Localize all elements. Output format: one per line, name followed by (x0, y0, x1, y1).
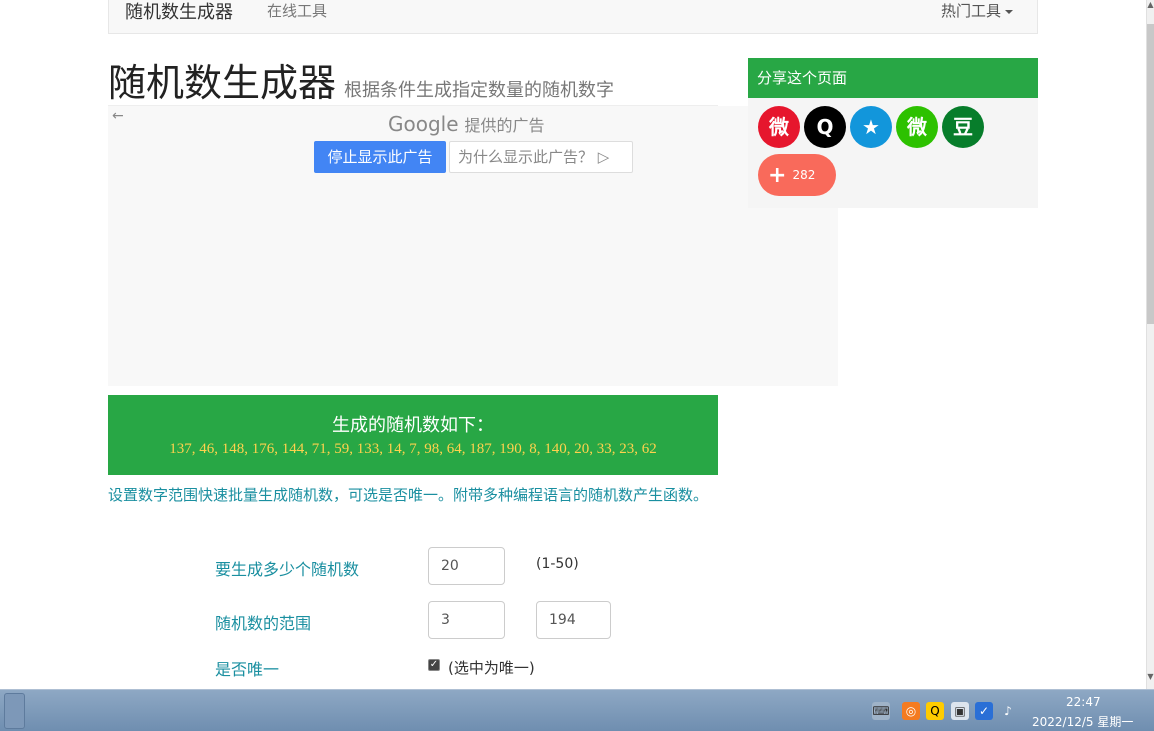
share-more-button[interactable]: +282 (758, 154, 836, 196)
scroll-up-icon[interactable]: ▲ (1147, 0, 1154, 20)
security-shield-icon[interactable]: ✓ (975, 702, 993, 720)
share-title: 分享这个页面 (748, 58, 1038, 98)
result-title: 生成的随机数如下： (332, 415, 494, 436)
scrollbar-thumb[interactable] (1147, 24, 1154, 324)
share-panel: 分享这个页面 微 Q ★ 微豆 +282 (748, 58, 1038, 208)
count-hint: (1-50) (536, 556, 579, 572)
result-panel: 生成的随机数如下： 137, 46, 148, 176, 144, 71, 59… (108, 395, 718, 475)
douban-icon[interactable]: 豆 (942, 106, 984, 148)
count-input[interactable]: 20 (428, 547, 505, 585)
unique-hint: (选中为唯一) (448, 659, 535, 677)
qzone-icon[interactable]: ★ (850, 106, 892, 148)
description: 设置数字范围快速批量生成随机数，可选是否唯一。附带多种编程语言的随机数产生函数。 (108, 486, 709, 504)
app-tray-icon[interactable]: ◎ (902, 702, 920, 720)
nav-link-online-tools[interactable]: 在线工具 (267, 0, 327, 21)
ad-banner: ← Google 提供的广告 停止显示此广告 为什么显示此广告？ ▷ (108, 106, 838, 386)
weibo-icon[interactable]: 微 (758, 106, 800, 148)
clock-time[interactable]: 22:47 (1066, 695, 1101, 709)
range-min-input[interactable]: 3 (428, 601, 505, 639)
qq-tray-icon[interactable]: Q (926, 702, 944, 720)
navbar-brand[interactable]: 随机数生成器 (125, 0, 233, 24)
share-count: 282 (792, 168, 816, 182)
unique-checkbox[interactable]: ✓ (428, 659, 440, 671)
volume-icon[interactable]: ♪ (999, 702, 1017, 720)
result-numbers: 137, 46, 148, 176, 144, 71, 59, 133, 14,… (169, 441, 657, 457)
top-navbar: 随机数生成器 在线工具 热门工具 (108, 0, 1038, 34)
ad-provider: Google 提供的广告 (388, 112, 545, 136)
stop-ad-button[interactable]: 停止显示此广告 (314, 141, 446, 173)
clock-date[interactable]: 2022/12/5 星期一 (1032, 713, 1133, 730)
plus-icon: + (768, 162, 787, 188)
scroll-down-icon[interactable]: ▼ (1147, 672, 1154, 688)
ad-provided-text: 提供的广告 (464, 116, 545, 135)
wechat-icon[interactable]: 微 (896, 106, 938, 148)
taskbar-button[interactable] (4, 693, 25, 729)
google-logo: Google (388, 112, 459, 136)
hot-tools-label: 热门工具 (940, 2, 1001, 20)
count-label: 要生成多少个随机数 (215, 560, 360, 579)
page-title: 随机数生成器 (108, 61, 337, 105)
qq-icon[interactable]: Q (804, 106, 846, 148)
browser-viewport: 随机数生成器 在线工具 热门工具 随机数生成器 根据条件生成指定数量的随机数字 ←… (0, 0, 1146, 689)
taskbar: ⌨ ◎ Q ▣ ✓ ♪ 22:47 2022/12/5 星期一 (0, 689, 1154, 731)
range-max-input[interactable]: 194 (536, 601, 611, 639)
ad-back-arrow-icon[interactable]: ← (112, 108, 124, 124)
range-label: 随机数的范围 (215, 614, 312, 633)
why-ad-button[interactable]: 为什么显示此广告？ ▷ (449, 141, 633, 173)
hot-tools-dropdown[interactable]: 热门工具 (941, 0, 1013, 21)
caret-down-icon (1005, 9, 1013, 14)
network-icon[interactable]: ▣ (951, 702, 969, 720)
page-subtitle: 根据条件生成指定数量的随机数字 (344, 80, 615, 101)
keyboard-icon[interactable]: ⌨ (872, 702, 890, 720)
unique-label: 是否唯一 (215, 660, 280, 679)
page-header: 随机数生成器 根据条件生成指定数量的随机数字 (108, 52, 718, 106)
